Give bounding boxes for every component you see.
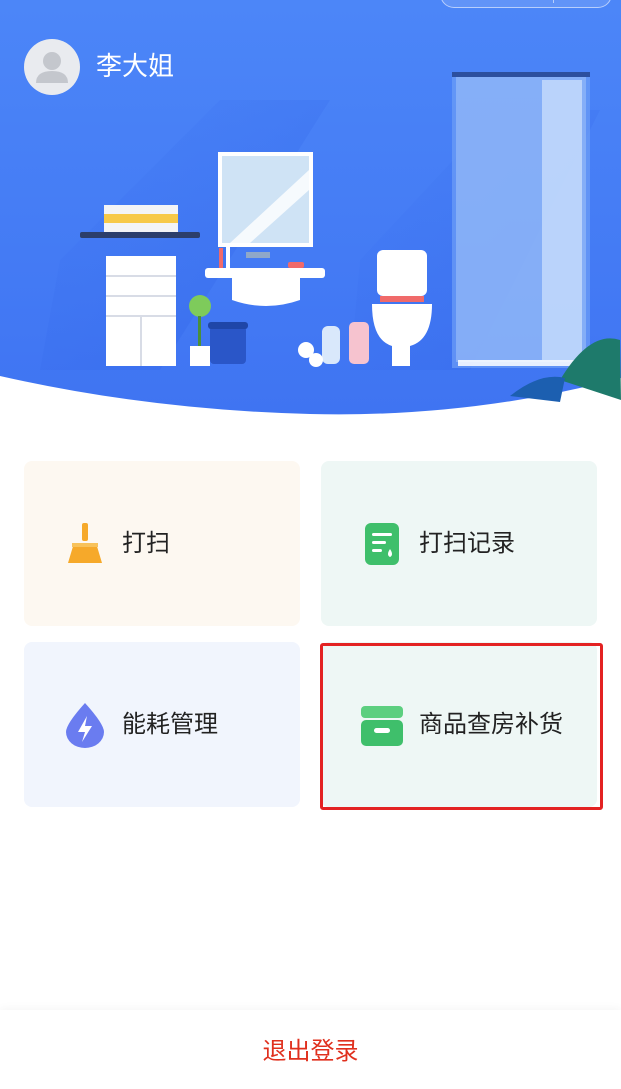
bathroom-illustration (0, 0, 621, 415)
broom-icon (68, 523, 102, 563)
user-icon (36, 52, 68, 83)
goods-box-icon (361, 706, 403, 746)
logout-button[interactable]: 退出登录 (0, 1034, 621, 1068)
user-name: 李大姐 (96, 52, 175, 82)
energy-drop-icon (66, 703, 104, 748)
menu-label: 能耗管理 (122, 710, 218, 738)
hero-banner (0, 0, 621, 420)
record-doc-icon (365, 523, 399, 565)
menu-label: 打扫 (122, 529, 170, 557)
menu-label: 打扫记录 (419, 529, 515, 557)
menu-card-clean[interactable]: 打扫 (24, 461, 300, 626)
menu-card-goods-restock[interactable]: 商品查房补货 (321, 642, 597, 807)
menu-label: 商品查房补货 (419, 710, 563, 738)
menu-card-clean-records[interactable]: 打扫记录 (321, 461, 597, 626)
mini-program-capsule[interactable] (440, 0, 612, 8)
avatar[interactable] (24, 39, 80, 95)
menu-card-energy[interactable]: 能耗管理 (24, 642, 300, 807)
